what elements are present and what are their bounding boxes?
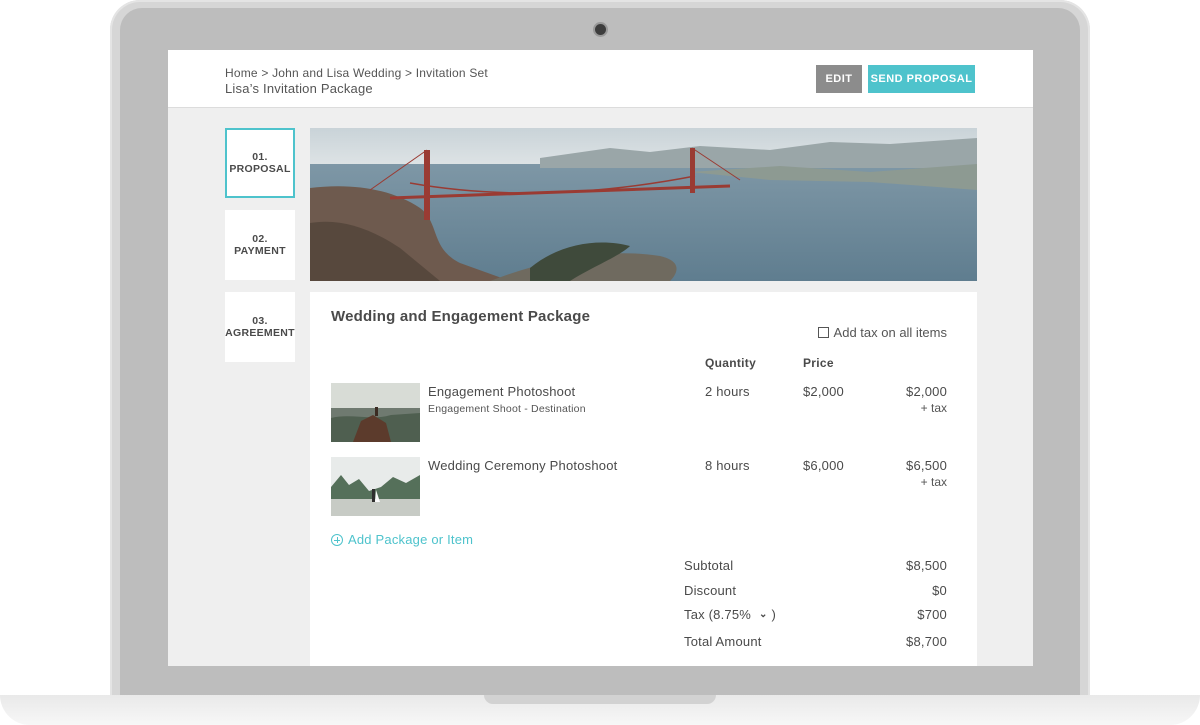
plus-circle-icon	[331, 533, 343, 546]
step-number: 03.	[252, 315, 268, 327]
package-card: Wedding and Engagement Package Add tax o…	[310, 292, 977, 666]
discount-label: Discount	[684, 583, 737, 598]
add-tax-all-option[interactable]: Add tax on all items	[817, 325, 947, 340]
step-proposal[interactable]: 01. PROPOSAL	[225, 128, 295, 198]
package-title: Wedding and Engagement Package	[331, 308, 591, 325]
item-thumbnail	[331, 457, 420, 516]
item-price: $2,000	[803, 384, 844, 399]
item-tax-note: + tax	[920, 401, 947, 415]
total-value: $8,700	[906, 634, 947, 649]
tax-label-suffix: )	[771, 607, 776, 622]
send-proposal-button[interactable]: SEND PROPOSAL	[868, 65, 975, 93]
chevron-down-icon: ⌄	[759, 609, 768, 620]
step-number: 01.	[252, 151, 268, 163]
step-label: PROPOSAL	[229, 163, 291, 175]
item-subtitle: Engagement Shoot - Destination	[428, 403, 586, 415]
total-label: Total Amount	[684, 634, 762, 649]
subtotal-label: Subtotal	[684, 558, 734, 573]
step-number: 02.	[252, 233, 268, 245]
item-thumbnail	[331, 383, 420, 442]
item-name: Engagement Photoshoot	[428, 384, 576, 399]
camera-icon	[595, 24, 606, 35]
banner-image	[310, 128, 977, 281]
golden-gate-bridge-image	[310, 128, 977, 281]
edit-button[interactable]: EDIT	[816, 65, 862, 93]
item-quantity: 8 hours	[705, 458, 750, 473]
tax-rate-text: Tax (8.75%	[684, 607, 752, 622]
subtotal-value: $8,500	[906, 558, 947, 573]
item-total: $2,000	[906, 384, 947, 399]
item-tax-note: + tax	[920, 475, 947, 489]
laptop-notch	[484, 695, 716, 704]
page-title: Lisa’s Invitation Package	[225, 81, 373, 96]
item-name: Wedding Ceremony Photoshoot	[428, 458, 618, 473]
item-quantity: 2 hours	[705, 384, 750, 399]
step-payment[interactable]: 02. PAYMENT	[225, 210, 295, 280]
step-label: AGREEMENT	[225, 327, 295, 339]
discount-value: $0	[932, 583, 947, 598]
tax-row-label: Tax (8.75% ⌄ )	[684, 607, 776, 622]
item-total: $6,500	[906, 458, 947, 473]
wedding-ceremony-photo	[331, 457, 420, 516]
item-price: $6,000	[803, 458, 844, 473]
engagement-photo	[331, 383, 420, 442]
tax-rate-select[interactable]: Tax (8.75% ⌄	[684, 607, 768, 622]
quantity-column-header: Quantity	[705, 356, 757, 370]
add-package-item-link[interactable]: Add Package or Item	[331, 532, 473, 547]
tax-value: $700	[917, 607, 947, 622]
tax-checkbox[interactable]	[817, 327, 829, 338]
step-label: PAYMENT	[234, 245, 286, 257]
app-screen: Home > John and Lisa Wedding > Invitatio…	[168, 50, 1033, 666]
tax-checkbox-label: Add tax on all items	[833, 325, 947, 340]
top-bar: Home > John and Lisa Wedding > Invitatio…	[168, 50, 1033, 108]
add-package-label: Add Package or Item	[348, 532, 474, 547]
breadcrumb[interactable]: Home > John and Lisa Wedding > Invitatio…	[225, 66, 488, 80]
price-column-header: Price	[803, 356, 834, 370]
step-agreement[interactable]: 03. AGREEMENT	[225, 292, 295, 362]
